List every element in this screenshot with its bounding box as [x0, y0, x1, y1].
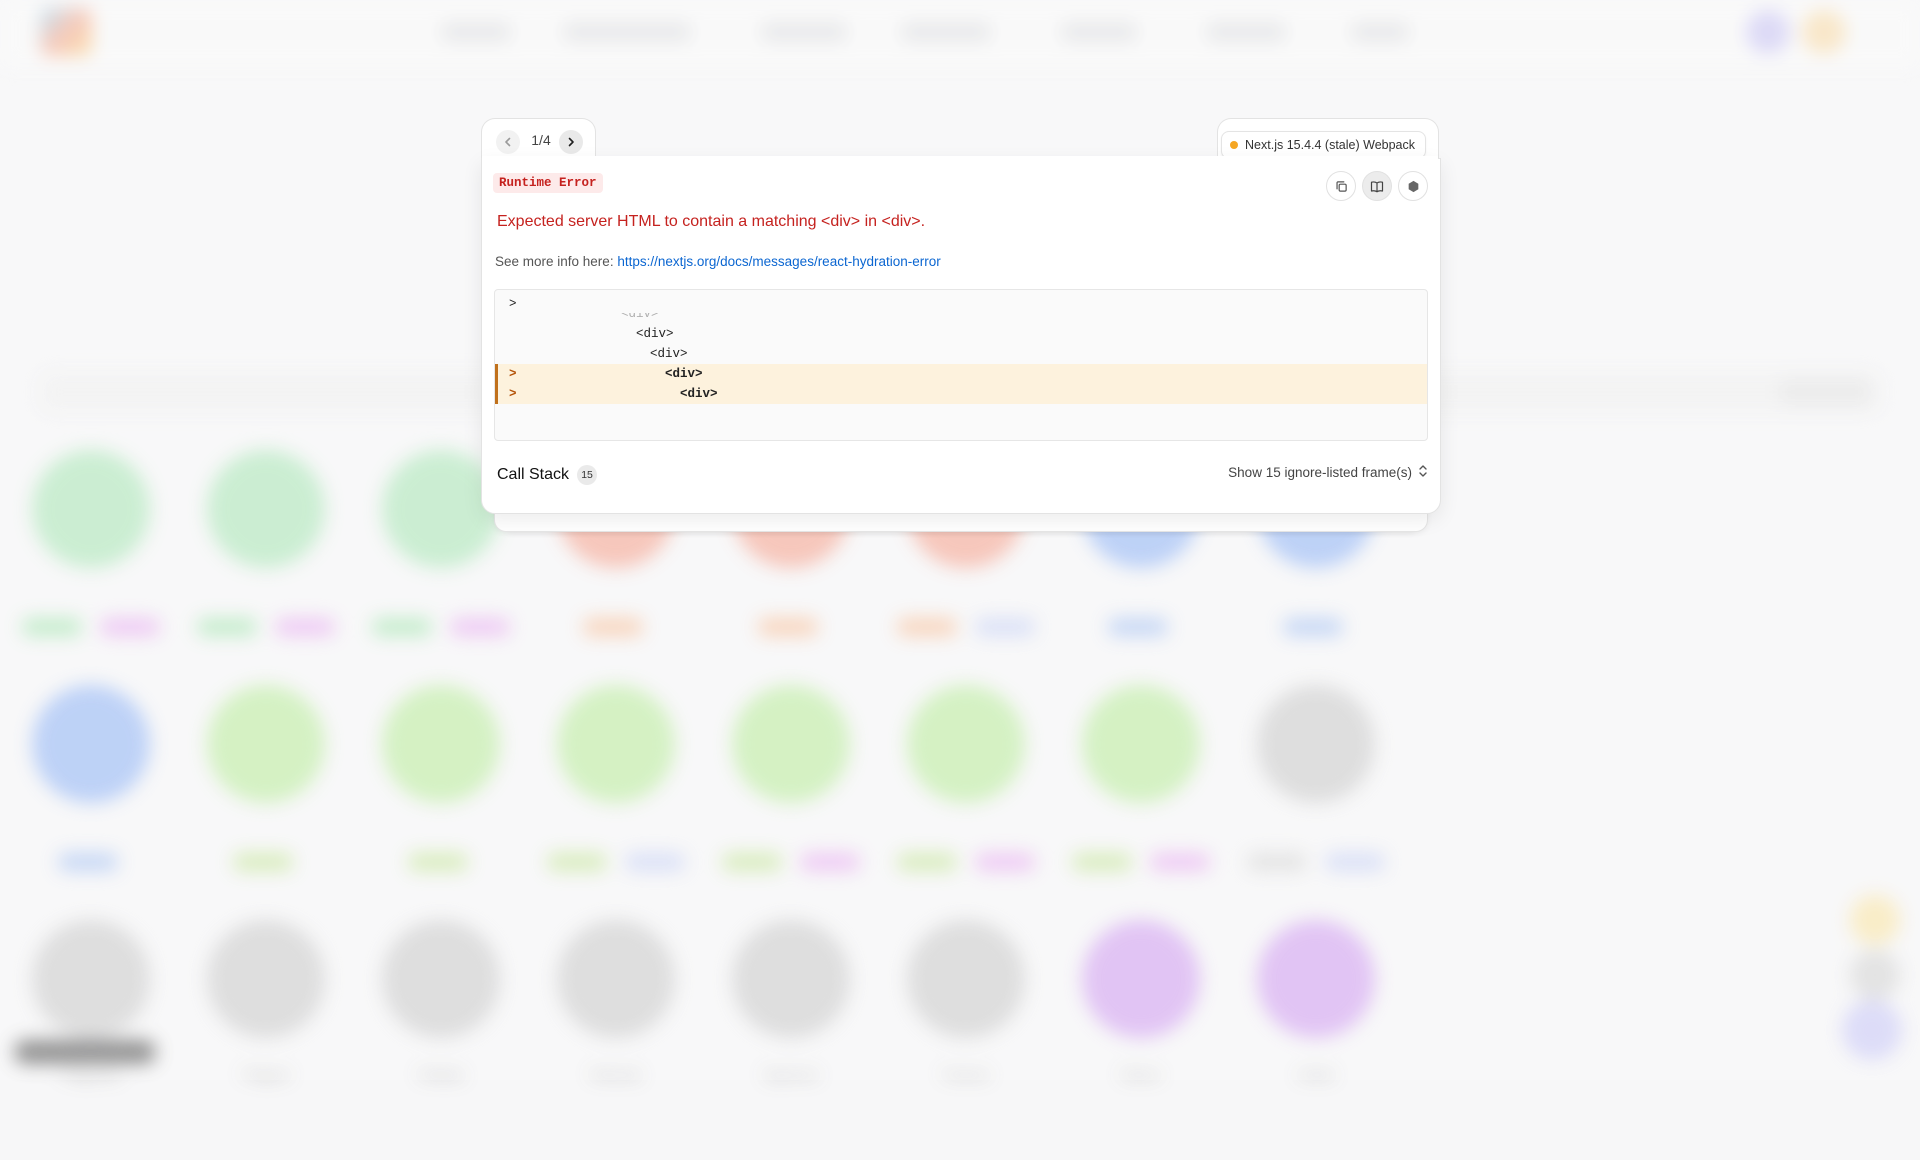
chevron-left-icon[interactable] [496, 130, 520, 154]
error-message: Expected server HTML to contain a matchi… [497, 213, 926, 230]
show-ignored-frames-label: Show 15 ignore-listed frame(s) [1228, 465, 1412, 480]
error-toolbar [1326, 171, 1428, 201]
more-info: See more info here: https://nextjs.org/d… [495, 254, 941, 269]
version-badge[interactable]: Next.js 15.4.4 (stale) Webpack [1221, 131, 1426, 159]
call-stack-label: Call Stack [497, 466, 570, 483]
code-marker: > [509, 387, 517, 401]
code-marker: > [509, 367, 517, 381]
nextjs-icon[interactable] [1398, 171, 1428, 201]
call-stack-count: 15 [577, 465, 598, 485]
stale-status-dot [1230, 141, 1239, 149]
code-frame: > <div> <div> <div> > <div> > <div> [494, 289, 1428, 441]
tab-bridge [482, 156, 1438, 162]
version-text: Next.js 15.4.4 (stale) Webpack [1245, 138, 1415, 152]
copy-icon[interactable] [1326, 171, 1356, 201]
code-line: <div> [495, 304, 1427, 324]
docs-link[interactable]: https://nextjs.org/docs/messages/react-h… [617, 254, 940, 269]
chevron-up-down-icon [1418, 464, 1428, 481]
code-text: <div> [680, 387, 718, 401]
code-text: <div> [621, 307, 659, 321]
more-info-label: See more info here: [495, 254, 614, 269]
error-dialog-body: Runtime Error Expected server HTML to co… [481, 158, 1441, 514]
call-stack-header: Call Stack 15 [497, 465, 598, 485]
code-text: <div> [636, 327, 674, 341]
code-line: <div> [495, 344, 1427, 364]
code-line-highlighted: > <div> [495, 384, 1427, 404]
show-ignored-frames-button[interactable]: Show 15 ignore-listed frame(s) [1228, 464, 1428, 481]
page-counter: 1/4 [531, 132, 551, 148]
highlight-bar [495, 364, 498, 404]
error-dialog: 1/4 Next.js 15.4.4 (stale) Webpack Runti… [481, 118, 1441, 514]
chevron-right-icon[interactable] [559, 130, 583, 154]
code-line-highlighted: > <div> [495, 364, 1427, 384]
code-text: <div> [650, 347, 688, 361]
code-text: <div> [665, 367, 703, 381]
error-type-badge: Runtime Error [493, 173, 603, 193]
code-line: <div> [495, 324, 1427, 344]
docs-icon[interactable] [1362, 171, 1392, 201]
